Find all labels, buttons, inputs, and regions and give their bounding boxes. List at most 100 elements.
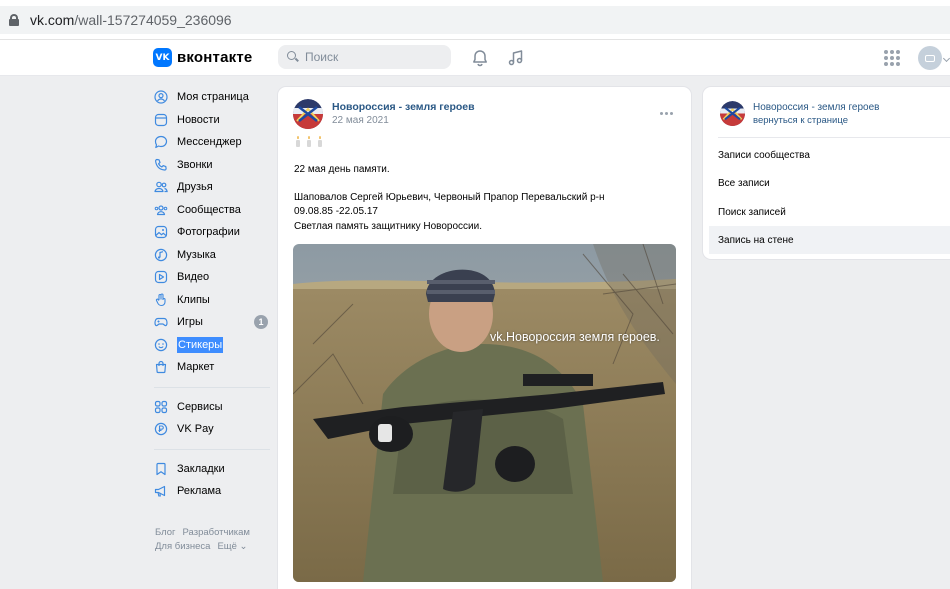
community-avatar[interactable] [720, 101, 745, 126]
video-icon [154, 271, 168, 284]
sidebar-item-label: Стикеры [177, 336, 224, 353]
left-sidebar: Моя страница Новости Мессенджер Звонки Д… [150, 86, 270, 503]
candle-icon [307, 136, 311, 147]
browser-toolbar: vk.com/wall-157274059_236096 [0, 0, 950, 40]
bell-icon[interactable] [470, 48, 490, 68]
lock-icon[interactable] [9, 14, 19, 26]
sidebar-item-label: Закладки [177, 462, 225, 475]
vk-logo-text: вконтакте [177, 49, 253, 66]
sidebar-item-label: Фотографии [177, 226, 240, 239]
sidebar-item-bookmarks[interactable]: Закладки [150, 458, 270, 481]
sidebar-item-communities[interactable]: Сообщества [150, 199, 270, 222]
footer-link-business[interactable]: Для бизнеса [155, 541, 210, 552]
communities-icon [154, 205, 168, 215]
url-text[interactable]: vk.com/wall-157274059_236096 [30, 12, 232, 28]
sidebar-item-label: Клипы [177, 293, 210, 306]
sidebar-item-label: Сервисы [177, 400, 223, 413]
services-icon [154, 400, 168, 413]
games-icon [154, 318, 168, 327]
friends-icon [154, 181, 168, 193]
sidebar-item-services[interactable]: Сервисы [150, 396, 270, 419]
sidebar-item-my-page[interactable]: Моя страница [150, 86, 270, 109]
message-icon [154, 136, 168, 149]
footer-link-more[interactable]: Ещё ⌄ [217, 541, 247, 552]
post-line: 09.08.85 -22.05.17 [294, 206, 378, 218]
sidebar-item-video[interactable]: Видео [150, 266, 270, 289]
sticker-icon [154, 338, 168, 351]
post-photo[interactable]: vk.Новороссия земля героев. [293, 244, 676, 582]
sidebar-item-label: Новости [177, 113, 220, 126]
news-icon [154, 113, 168, 126]
sidebar-item-label: Игры [177, 316, 203, 329]
menu-item-search-posts[interactable]: Поиск записей [709, 198, 950, 226]
sidebar-item-clips[interactable]: Клипы [150, 289, 270, 312]
footer-link-blog[interactable]: Блог [155, 527, 176, 538]
url-host: vk.com [30, 12, 75, 28]
sidebar-item-label: Реклама [177, 485, 222, 498]
candle-emoji-row [296, 136, 322, 147]
search-input[interactable] [305, 50, 445, 64]
community-avatar[interactable] [293, 99, 323, 129]
address-bar[interactable]: vk.com/wall-157274059_236096 [0, 6, 950, 34]
sidebar-item-label: VK Pay [177, 423, 214, 436]
sidebar-item-messenger[interactable]: Мессенджер [150, 131, 270, 154]
wall-post: Новороссия - земля героев 22 мая 2021 22… [278, 87, 691, 589]
sidebar-item-music[interactable]: Музыка [150, 244, 270, 267]
post-date[interactable]: 22 мая 2021 [332, 115, 389, 126]
community-emblem-icon [720, 101, 745, 126]
sidebar-item-label: Друзья [177, 181, 213, 194]
vk-header: VK вконтакте [0, 40, 950, 76]
sidebar-item-vkpay[interactable]: VK Pay [150, 418, 270, 441]
apps-grid-icon[interactable] [884, 50, 900, 66]
post-line: 22 мая день памяти. [294, 164, 390, 175]
post-text: 22 мая день памяти. Шаповалов Сергей Юрь… [294, 163, 674, 234]
market-icon [155, 361, 167, 374]
sidebar-item-label: Маркет [177, 361, 215, 374]
sidebar-item-label: Музыка [177, 248, 216, 261]
bookmark-icon [156, 462, 166, 475]
sidebar-item-ads[interactable]: Реклама [150, 480, 270, 503]
sidebar-item-games[interactable]: Игры 1 [150, 311, 270, 334]
sidebar-divider [154, 448, 270, 450]
vk-logo[interactable]: VK вконтакте [153, 48, 252, 67]
community-name-link[interactable]: Новороссия - земля героев [753, 102, 879, 113]
ads-icon [154, 486, 166, 497]
panel-divider [718, 137, 950, 138]
music-icon[interactable] [506, 48, 526, 68]
photo-watermark: vk.Новороссия земля героев. [490, 330, 660, 344]
right-navigation-panel: Новороссия - земля героев вернуться к ст… [703, 87, 950, 259]
soldier-photo-image [293, 244, 676, 582]
candle-icon [318, 136, 322, 147]
vkpay-icon [154, 423, 168, 436]
chevron-down-icon[interactable] [942, 54, 950, 63]
sidebar-item-market[interactable]: Маркет [150, 356, 270, 379]
post-line: Светлая память защитнику Новороссии. [294, 220, 482, 232]
phone-icon [154, 158, 167, 171]
clips-icon [155, 293, 166, 306]
sidebar-item-label: Мессенджер [177, 136, 242, 149]
camera-icon [925, 54, 935, 62]
search-box[interactable] [278, 45, 451, 69]
sidebar-item-label: Звонки [177, 158, 213, 171]
sidebar-item-friends[interactable]: Друзья [150, 176, 270, 199]
sidebar-item-calls[interactable]: Звонки [150, 154, 270, 177]
photo-icon [154, 226, 168, 239]
profile-avatar[interactable] [918, 46, 942, 70]
sidebar-footer: Блог Разработчикам Для бизнеса Ещё ⌄ [155, 526, 275, 554]
menu-item-all-posts[interactable]: Все записи [709, 169, 950, 197]
sidebar-item-photos[interactable]: Фотографии [150, 221, 270, 244]
post-author[interactable]: Новороссия - земля героев [332, 101, 475, 113]
community-emblem-icon [293, 99, 323, 129]
games-badge: 1 [254, 315, 268, 329]
more-options-icon[interactable] [660, 112, 673, 115]
footer-link-developers[interactable]: Разработчикам [183, 527, 250, 538]
back-to-page-link[interactable]: вернуться к странице [753, 115, 848, 126]
sidebar-item-stickers[interactable]: Стикеры [150, 334, 270, 357]
vk-logo-icon: VK [153, 48, 172, 67]
menu-item-community-posts[interactable]: Записи сообщества [709, 141, 950, 169]
sidebar-item-news[interactable]: Новости [150, 109, 270, 132]
menu-item-wall-post[interactable]: Запись на стене [709, 226, 950, 254]
search-icon [287, 51, 299, 63]
post-line: Шаповалов Сергей Юрьевич, Червоный Прапо… [294, 192, 605, 204]
candle-icon [296, 136, 300, 147]
